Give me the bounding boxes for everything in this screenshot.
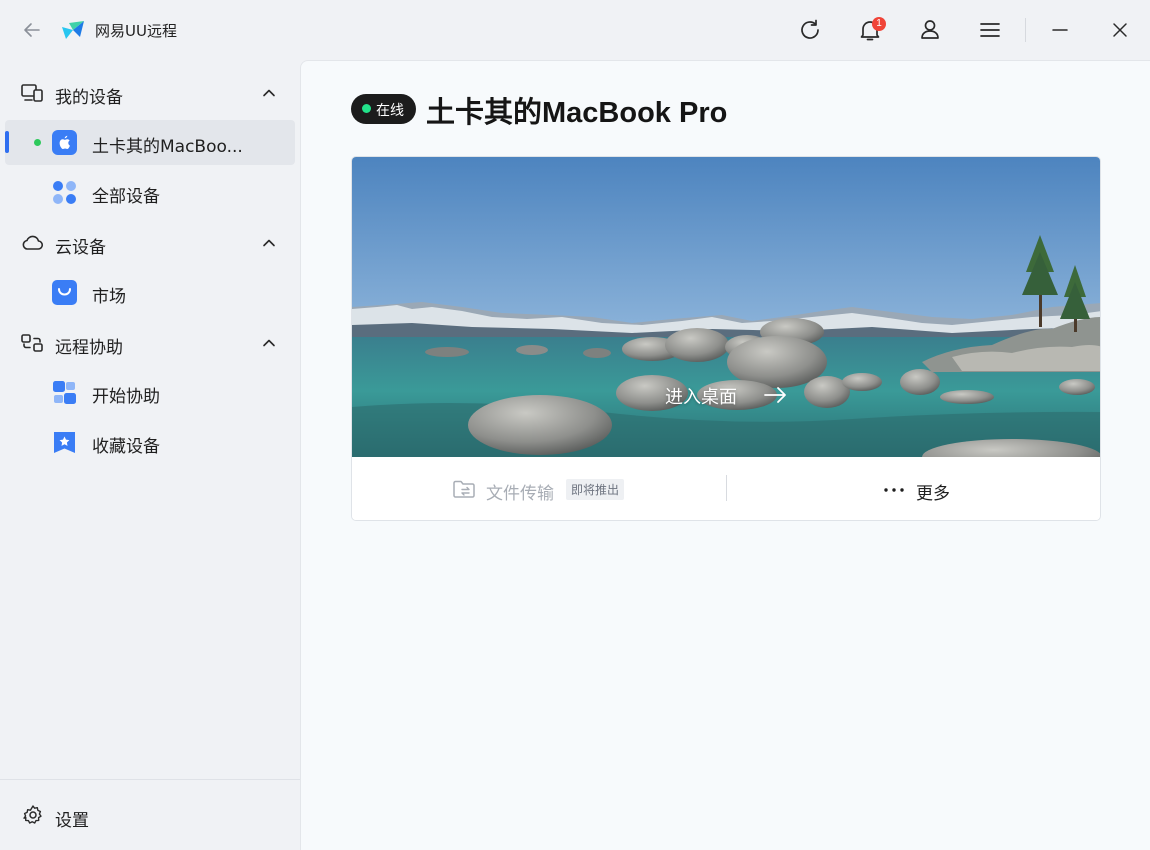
sidebar-item-macbook[interactable]: 土卡其的MacBoo... [5,120,295,165]
device-card: 进入桌面 文件传输 即将推出 更多 [351,156,1101,521]
app-logo-icon [60,17,86,43]
start-assist-icon [52,380,77,405]
assist-icon [20,332,44,354]
devices-icon [20,82,44,104]
status-badge: 在线 [351,94,416,124]
sidebar-item-start-assist[interactable]: 开始协助 [5,370,295,415]
more-button[interactable]: 更多 [877,476,987,504]
file-transfer-label: 文件传输 [486,484,554,504]
card-actions: 文件传输 即将推出 更多 [352,457,1100,520]
section-label: 云设备 [55,238,106,258]
sidebar-item-label: 市场 [92,287,126,307]
sidebar-item-label: 收藏设备 [92,437,160,457]
sidebar: 我的设备 土卡其的MacBoo... 全部设备 云设备 市场 远程协助 开始协助… [0,60,300,850]
sidebar-item-label: 开始协助 [92,387,160,407]
titlebar-divider [1025,18,1026,42]
section-label: 远程协助 [55,338,123,358]
back-arrow-icon[interactable] [20,18,44,42]
notification-badge: 1 [872,17,886,31]
user-icon[interactable] [917,17,943,43]
online-dot [362,104,371,113]
coming-soon-tag: 即将推出 [566,479,625,500]
status-text: 在线 [376,103,404,119]
title-bar: 网易UU远程 1 [0,0,1150,60]
close-icon[interactable] [1107,17,1133,43]
main-panel: 在线 土卡其的MacBook Pro 进入桌面 文件传输 即将推出 更多 [300,60,1150,850]
minimize-icon[interactable] [1047,17,1073,43]
menu-icon[interactable] [977,17,1003,43]
page-title: 土卡其的MacBook Pro [426,97,728,129]
section-cloud-devices[interactable]: 云设备 [0,221,300,265]
online-dot [34,139,41,146]
chevron-up-icon [261,335,277,351]
more-dots-icon [883,480,905,500]
arrow-right-icon [762,383,788,407]
sidebar-item-all-devices[interactable]: 全部设备 [5,170,295,215]
sidebar-item-market[interactable]: 市场 [5,270,295,315]
shopping-bag-icon [52,280,77,305]
cloud-icon [20,232,44,254]
section-remote-assist[interactable]: 远程协助 [0,321,300,365]
sidebar-item-label: 全部设备 [92,187,160,207]
chevron-up-icon [261,235,277,251]
app-title: 网易UU远程 [95,22,177,40]
enter-desktop-label: 进入桌面 [665,387,737,408]
desktop-preview[interactable]: 进入桌面 [352,157,1100,457]
more-label: 更多 [916,484,950,504]
sidebar-item-label: 土卡其的MacBoo... [92,137,243,157]
refresh-icon[interactable] [797,17,823,43]
apple-icon [52,130,77,155]
section-my-devices[interactable]: 我的设备 [0,71,300,115]
section-label: 我的设备 [55,88,123,108]
chevron-up-icon [261,85,277,101]
actions-divider [726,475,727,501]
grid-dots-icon [52,180,77,205]
settings-label: 设置 [55,811,89,831]
star-bookmark-icon [52,430,77,455]
sidebar-item-favorites[interactable]: 收藏设备 [5,420,295,465]
wallpaper-image [352,157,1100,457]
folder-transfer-icon [452,478,476,500]
sidebar-footer: 设置 [0,779,300,850]
gear-icon [22,804,44,826]
settings-button[interactable]: 设置 [0,796,300,836]
